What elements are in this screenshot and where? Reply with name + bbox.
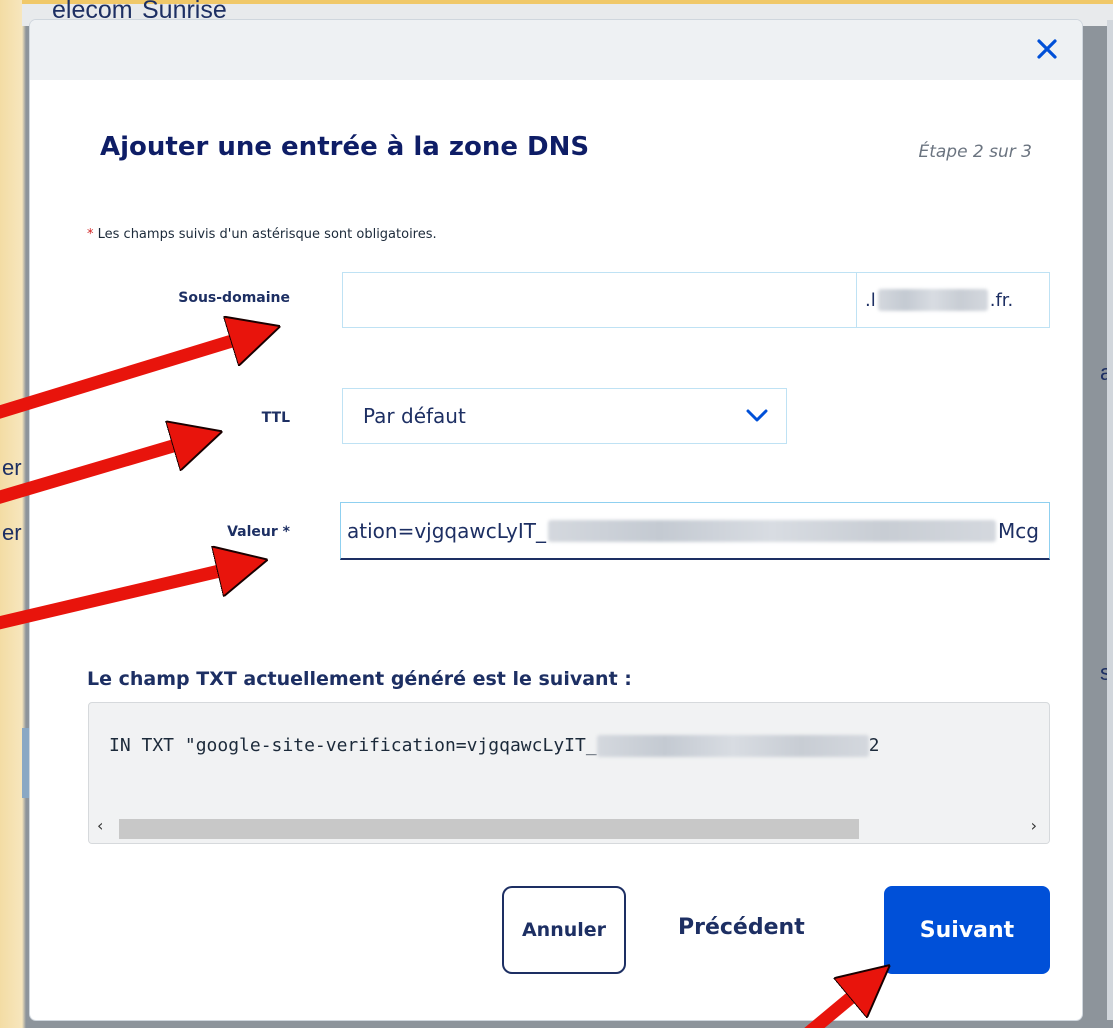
txt-preview-heading: Le champ TXT actuellement généré est le … — [87, 668, 632, 690]
close-button[interactable] — [1030, 32, 1064, 66]
background-row-band — [22, 728, 30, 798]
value-label: Valeur * — [227, 524, 290, 540]
domain-suffix-end: .fr. — [989, 289, 1014, 311]
subdomain-input[interactable] — [342, 272, 856, 328]
subdomain-label: Sous-domaine — [178, 290, 290, 306]
modal-header — [30, 20, 1082, 80]
dns-entry-modal: Ajouter une entrée à la zone DNS Étape 2… — [30, 20, 1082, 1020]
next-button[interactable]: Suivant — [884, 886, 1050, 974]
modal-title: Ajouter une entrée à la zone DNS — [100, 132, 590, 162]
txt-preview-box: IN TXT "google-site-verification=vjgqawc… — [88, 702, 1050, 844]
close-icon — [1037, 39, 1057, 59]
redacted-code — [596, 735, 869, 757]
domain-suffix: .l .fr. — [856, 272, 1050, 328]
ttl-select[interactable]: Par défaut — [342, 388, 787, 444]
redacted-value — [547, 519, 996, 542]
background-side-text: er — [2, 520, 22, 545]
txt-code-end: 2 — [868, 735, 880, 756]
chevron-down-icon — [746, 409, 768, 422]
domain-suffix-start: .l — [865, 289, 876, 311]
cancel-button[interactable]: Annuler — [502, 886, 626, 974]
scroll-left-arrow[interactable]: ‹ — [97, 816, 103, 835]
txt-preview-code: IN TXT "google-site-verification=vjgqawc… — [109, 735, 880, 757]
required-fields-note: * Les champs suivis d'un astérisque sont… — [87, 227, 437, 242]
horizontal-scrollbar[interactable]: ‹ › — [89, 813, 1049, 843]
value-text-start: ation=vjgqawcLyIT_ — [347, 518, 546, 543]
txt-code-start: IN TXT "google-site-verification=vjgqawc… — [109, 735, 597, 756]
redacted-domain — [877, 289, 988, 311]
previous-button[interactable]: Précédent — [678, 915, 805, 940]
required-note-text: Les champs suivis d'un astérisque sont o… — [93, 227, 437, 242]
ttl-selected-value: Par défaut — [363, 404, 466, 428]
ttl-label: TTL — [261, 410, 290, 426]
value-input[interactable]: ation=vjgqawcLyIT_ Mcg — [340, 502, 1050, 560]
value-text-end: Mcg — [997, 518, 1039, 543]
step-indicator: Étape 2 sur 3 — [918, 142, 1032, 162]
scrollbar-thumb[interactable] — [119, 819, 859, 839]
background-side-text: er — [2, 455, 22, 480]
scroll-right-arrow[interactable]: › — [1031, 816, 1037, 835]
background-right-edge — [1107, 20, 1113, 1020]
